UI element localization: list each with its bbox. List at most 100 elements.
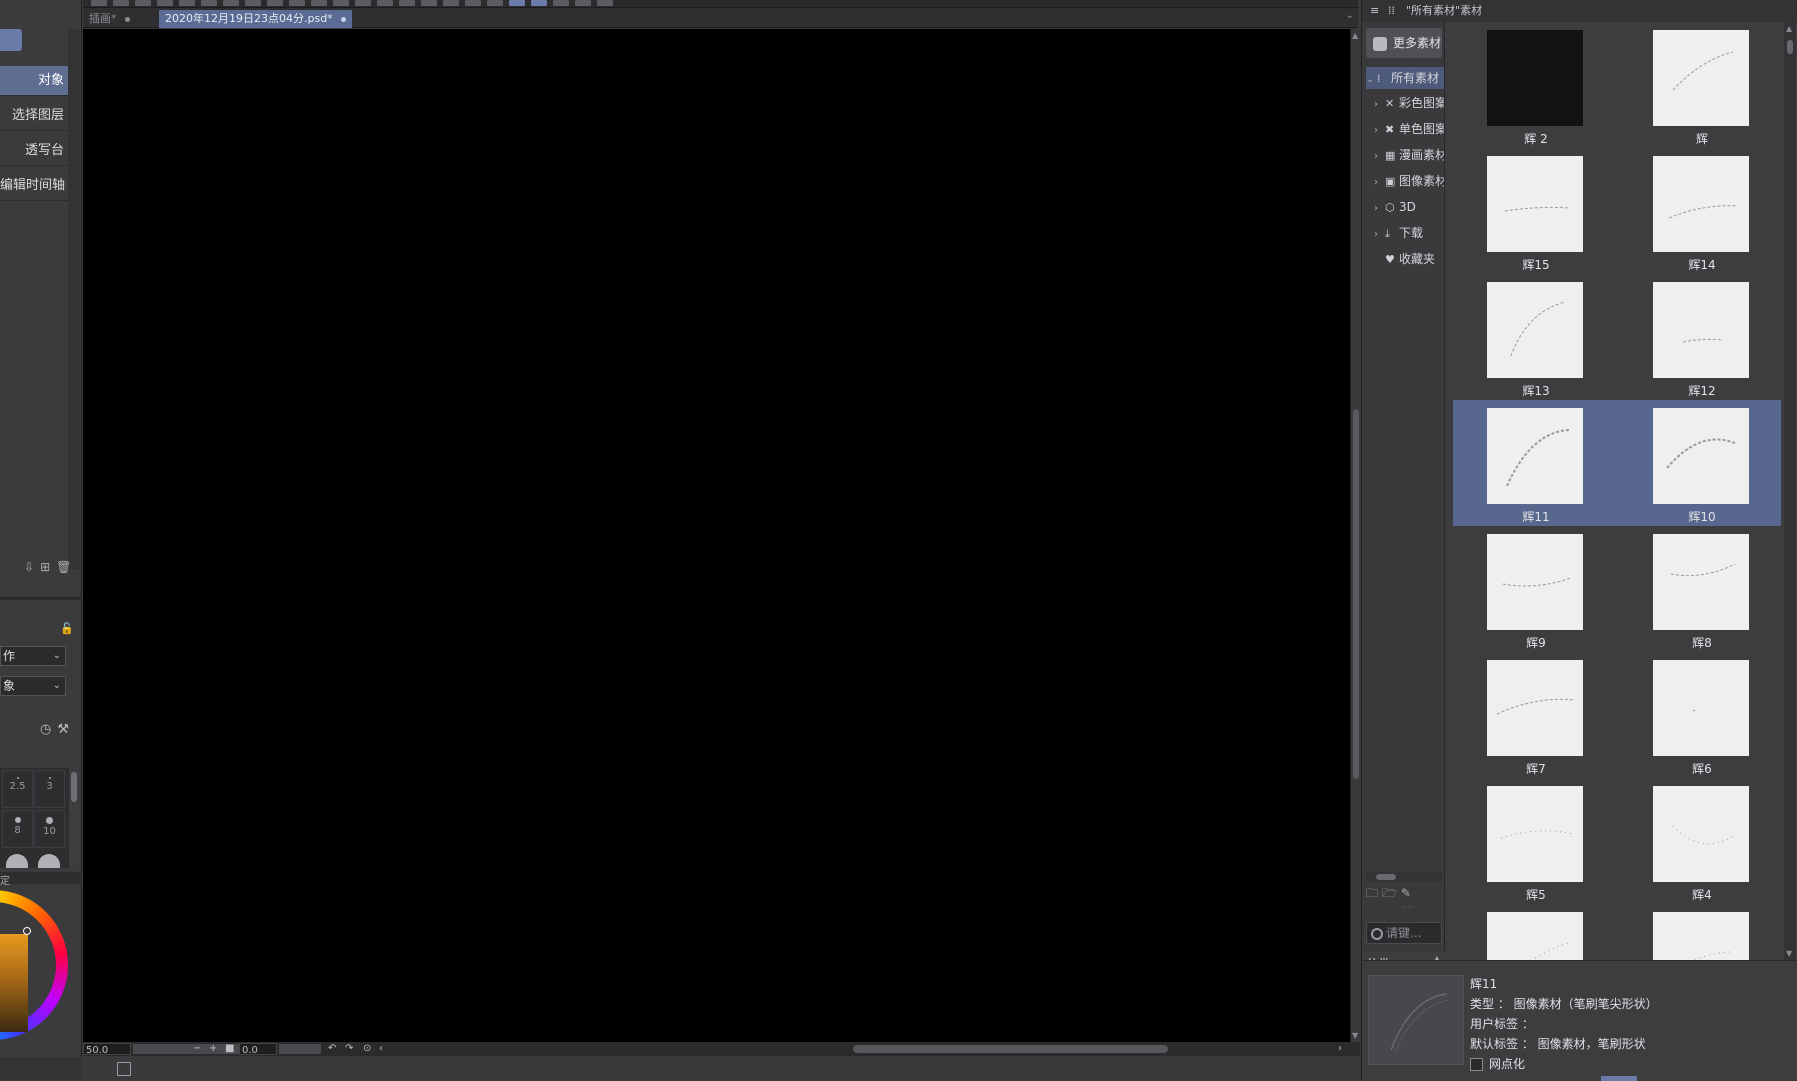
target-select[interactable]: 象 ⌄: [0, 676, 66, 696]
horizontal-scroll-thumb[interactable]: [853, 1045, 1168, 1053]
import-icon[interactable]: ⇩: [24, 560, 40, 574]
lock-icon[interactable]: 🔓: [60, 622, 74, 635]
halftone-option[interactable]: 网点化: [1470, 1055, 1525, 1072]
hue-handle[interactable]: [23, 927, 31, 935]
chevron-right-icon[interactable]: ›: [1374, 172, 1385, 192]
left-item-select-layer[interactable]: 选择图层: [0, 101, 68, 131]
chevron-right-icon[interactable]: ›: [1374, 120, 1385, 140]
brush-size-cell[interactable]: 8: [2, 810, 33, 848]
left-item-edit-timeline[interactable]: 编辑时间轴: [0, 171, 68, 201]
canvas-vertical-scrollbar[interactable]: ▲ ▼: [1350, 29, 1360, 1042]
tab-psd-document[interactable]: 2020年12月19日23点04分.psd*: [159, 10, 352, 28]
material-item[interactable]: [1453, 904, 1619, 960]
new-layer-icon[interactable]: ⊞: [40, 560, 56, 574]
scroll-thumb[interactable]: [71, 772, 77, 802]
edit-icon[interactable]: ✎: [1401, 886, 1415, 900]
material-item[interactable]: 辉14: [1619, 148, 1781, 274]
trash-icon[interactable]: 🗑: [56, 560, 77, 574]
material-item[interactable]: 辉8: [1619, 526, 1781, 652]
chevron-right-icon[interactable]: ›: [1374, 224, 1385, 244]
scrollbar[interactable]: [68, 29, 80, 569]
material-item[interactable]: 辉15: [1453, 148, 1619, 274]
menu-icon[interactable]: ≡: [1370, 0, 1379, 22]
material-item[interactable]: [1619, 904, 1781, 960]
operation-select[interactable]: 作 ⌄: [0, 646, 66, 666]
zoom-field[interactable]: 50.0: [83, 1043, 131, 1056]
zoom-in-icon[interactable]: +: [209, 1042, 217, 1056]
toolbar-button[interactable]: [509, 0, 525, 6]
material-item[interactable]: 辉6: [1619, 652, 1781, 778]
toolbar-button[interactable]: [135, 0, 151, 6]
toolbar-button[interactable]: [267, 0, 283, 6]
tree-item-image[interactable]: › ▣ 图像素材: [1366, 170, 1444, 192]
material-grid-scrollbar[interactable]: ▲ ▼: [1784, 22, 1796, 960]
toolbar-button[interactable]: [597, 0, 613, 6]
left-item-lighttable[interactable]: 透写台: [0, 136, 68, 166]
toolbar-button[interactable]: [201, 0, 217, 6]
scrollbar[interactable]: [69, 768, 79, 868]
brush-size-cell[interactable]: 10: [34, 810, 65, 848]
toolbar-button[interactable]: [377, 0, 393, 6]
toolbar-button[interactable]: [399, 0, 415, 6]
material-item[interactable]: 辉11: [1453, 400, 1619, 526]
material-item[interactable]: 辉9: [1453, 526, 1619, 652]
tree-item-color-pattern[interactable]: › ✕ 彩色图案: [1366, 92, 1444, 114]
tree-item-3d[interactable]: › ⬡ 3D: [1366, 196, 1444, 218]
material-item[interactable]: 辉: [1619, 22, 1781, 148]
toolbar-button[interactable]: [465, 0, 481, 6]
scroll-right-icon[interactable]: ›: [1338, 1042, 1342, 1056]
wrench-icon[interactable]: ⚒: [57, 722, 75, 737]
brush-half-circle-icon[interactable]: [6, 854, 28, 868]
rotate-right-icon[interactable]: ↷: [345, 1042, 353, 1056]
close-dot-icon[interactable]: [124, 16, 130, 22]
halftone-checkbox[interactable]: [1470, 1058, 1483, 1071]
scroll-down-icon[interactable]: ▼: [1786, 949, 1792, 958]
scroll-thumb[interactable]: [1353, 409, 1359, 779]
material-item[interactable]: 辉4: [1619, 778, 1781, 904]
toolbar-button[interactable]: [113, 0, 129, 6]
toolbar-button[interactable]: [311, 0, 327, 6]
angle-field[interactable]: 0.0: [239, 1043, 277, 1056]
tree-item-manga[interactable]: › ▦ 漫画素材: [1366, 144, 1444, 166]
scroll-up-icon[interactable]: ▲: [1352, 31, 1358, 40]
scroll-thumb[interactable]: [1376, 874, 1396, 880]
close-dot-icon[interactable]: [340, 16, 346, 22]
material-item[interactable]: 辉 2: [1453, 22, 1619, 148]
tree-item-all-materials[interactable]: ⌄ ⁞ 所有素材: [1366, 67, 1444, 89]
material-item[interactable]: 辉10: [1619, 400, 1781, 526]
chevron-right-icon[interactable]: ›: [1374, 146, 1385, 166]
drawing-canvas[interactable]: [83, 29, 1350, 1042]
color-square[interactable]: [0, 934, 28, 1032]
scroll-thumb[interactable]: [1787, 40, 1793, 54]
tree-item-mono-pattern[interactable]: › ✖ 单色图案: [1366, 118, 1444, 140]
tree-item-favorites[interactable]: ♥ 收藏夹: [1366, 248, 1444, 270]
fit-icon[interactable]: ■: [225, 1042, 234, 1056]
rotate-left-icon[interactable]: ↶: [328, 1042, 336, 1056]
brush-half-circle-icon[interactable]: [38, 854, 60, 868]
chevron-down-icon[interactable]: ⌄: [1366, 69, 1377, 89]
toolbar-button[interactable]: [333, 0, 349, 6]
rotate-slider[interactable]: [279, 1044, 321, 1054]
toolbar-button[interactable]: [553, 0, 569, 6]
zoom-out-icon[interactable]: −: [193, 1042, 201, 1056]
folder-icon[interactable]: 🗁: [1382, 886, 1401, 900]
material-item[interactable]: 辉5: [1453, 778, 1619, 904]
scroll-down-icon[interactable]: ▼: [1352, 1031, 1358, 1040]
tree-horizontal-scrollbar[interactable]: [1366, 872, 1442, 882]
toolbar-button[interactable]: [487, 0, 503, 6]
material-item[interactable]: 辉13: [1453, 274, 1619, 400]
scroll-up-icon[interactable]: ▲: [1786, 24, 1792, 33]
more-materials-button[interactable]: 更多素材: [1366, 28, 1442, 58]
toolbar-button[interactable]: [91, 0, 107, 6]
apply-button[interactable]: [1601, 1076, 1637, 1081]
reset-rotation-icon[interactable]: ⊙: [363, 1042, 371, 1056]
resize-handle-icon[interactable]: ·····: [1402, 903, 1415, 912]
search-input[interactable]: 请键...: [1366, 922, 1442, 944]
chevron-right-icon[interactable]: ›: [1374, 198, 1385, 218]
toolbar-button[interactable]: [355, 0, 371, 6]
toolbar-button[interactable]: [157, 0, 173, 6]
scroll-left-icon[interactable]: ‹: [379, 1042, 383, 1056]
toolbar-button[interactable]: [443, 0, 459, 6]
toolbar-button[interactable]: [289, 0, 305, 6]
panel-button[interactable]: [0, 29, 22, 51]
